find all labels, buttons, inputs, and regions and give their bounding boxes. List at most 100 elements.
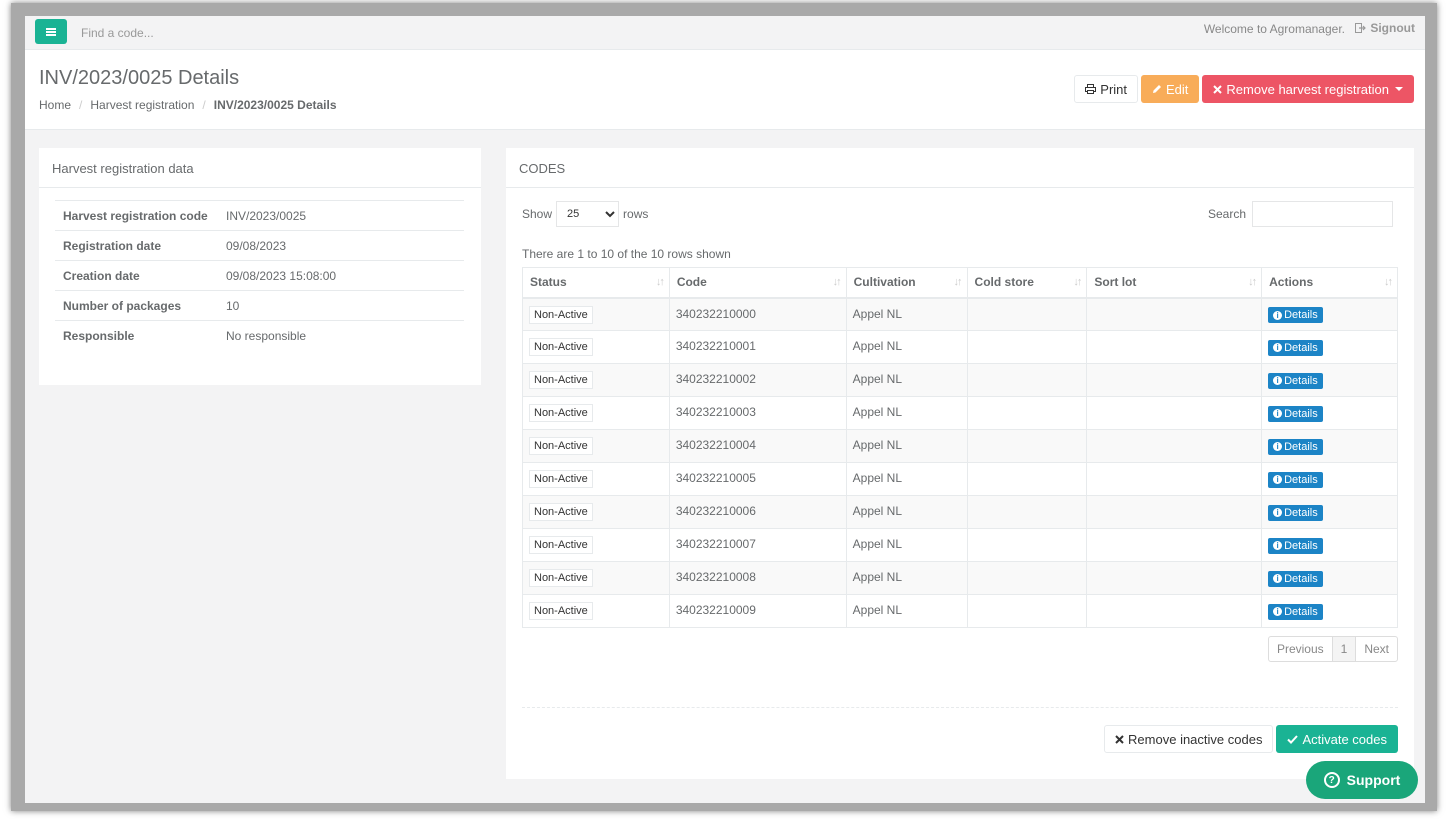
sort-icon: ↓↑ (832, 276, 842, 288)
cold-store-cell (966, 462, 1088, 496)
details-button[interactable]: i Details (1268, 307, 1323, 323)
status-badge: Non-Active (529, 470, 593, 488)
actions-cell: i Details (1261, 462, 1398, 496)
page-title: INV/2023/0025 Details (39, 67, 240, 89)
column-header[interactable]: Cultivation ↓↑ (845, 267, 968, 299)
column-header[interactable]: Actions ↓↑ (1261, 267, 1398, 299)
remove-harvest-label: Remove harvest registration (1226, 81, 1389, 97)
status-cell: Non-Active (522, 561, 670, 595)
details-button[interactable]: i Details (1268, 603, 1323, 620)
rows-label: rows (623, 207, 649, 221)
harvest-info-value: No responsible (218, 320, 464, 351)
harvest-info-row: Harvest registration code INV/2023/0025 (55, 200, 464, 231)
column-header-label: Sort lot (1094, 275, 1137, 290)
previous-page-button[interactable]: Previous (1269, 637, 1333, 661)
activate-codes-label: Activate codes (1302, 731, 1387, 747)
status-badge: Non-Active (529, 569, 593, 587)
harvest-info-label: Responsible (55, 320, 218, 351)
actions-cell: i Details (1261, 429, 1398, 463)
breadcrumb-home[interactable]: Home (39, 98, 71, 112)
code-cell: 340232210002 (668, 363, 847, 397)
details-button[interactable]: i Details (1268, 405, 1323, 422)
codes-panel-title: CODES (506, 148, 1414, 188)
details-button[interactable]: i Details (1268, 372, 1323, 389)
status-cell: Non-Active (522, 363, 670, 397)
cultivation-cell: Appel NL (845, 462, 968, 496)
info-icon: i (1273, 442, 1283, 451)
menu-toggle-button[interactable] (35, 19, 67, 44)
status-cell: Non-Active (522, 396, 670, 430)
info-icon: i (1273, 376, 1283, 385)
table-row: Non-Active 340232210009 Appel NL i Details (522, 594, 1398, 628)
code-search-input[interactable] (81, 22, 381, 44)
info-icon: i (1273, 310, 1283, 320)
top-bar: Welcome to Agromanager. Signout (25, 16, 1425, 50)
cultivation-cell: Appel NL (845, 528, 968, 562)
codes-panel: CODES Show 25 rows Search There are 1 to… (506, 148, 1414, 779)
breadcrumb-harvest-registration[interactable]: Harvest registration (90, 98, 194, 112)
harvest-info-row: Creation date 09/08/2023 15:08:00 (55, 260, 464, 291)
breadcrumb-separator: / (202, 98, 206, 112)
sort-icon: ↓↑ (655, 276, 665, 288)
harvest-panel-title: Harvest registration data (39, 148, 481, 188)
harvest-info-label: Creation date (55, 260, 218, 291)
table-row: Non-Active 340232210005 Appel NL i Details (522, 462, 1398, 496)
details-button[interactable]: i Details (1268, 438, 1323, 455)
harvest-info-row: Responsible No responsible (55, 320, 464, 351)
sort-lot-cell (1086, 429, 1263, 463)
page-header: INV/2023/0025 Details Home / Harvest reg… (25, 50, 1425, 130)
actions-cell: i Details (1261, 330, 1398, 364)
table-row: Non-Active 340232210003 Appel NL i Details (522, 396, 1398, 430)
details-button[interactable]: i Details (1268, 339, 1323, 356)
question-icon: ? (1323, 772, 1340, 788)
column-header[interactable]: Cold store ↓↑ (966, 267, 1088, 299)
table-search-input[interactable] (1252, 201, 1393, 227)
activate-codes-button[interactable]: Activate codes (1276, 725, 1398, 753)
cultivation-cell: Appel NL (845, 561, 968, 595)
harvest-info-row: Registration date 09/08/2023 (55, 230, 464, 261)
support-label: Support (1346, 772, 1401, 788)
close-icon (1213, 84, 1223, 94)
sort-lot-cell (1086, 297, 1263, 331)
status-cell: Non-Active (522, 297, 670, 331)
next-page-button[interactable]: Next (1356, 637, 1397, 661)
details-button[interactable]: i Details (1268, 504, 1323, 521)
details-button[interactable]: i Details (1268, 537, 1323, 554)
print-button[interactable]: Print (1074, 75, 1139, 103)
print-icon (1085, 84, 1097, 94)
table-row: Non-Active 340232210001 Appel NL i Details (522, 330, 1398, 364)
actions-cell: i Details (1261, 528, 1398, 562)
actions-cell: i Details (1261, 495, 1398, 529)
remove-inactive-codes-button[interactable]: Remove inactive codes (1104, 725, 1274, 753)
hamburger-icon (46, 27, 56, 36)
column-header[interactable]: Sort lot ↓↑ (1086, 267, 1263, 299)
details-label: Details (1284, 605, 1318, 618)
page-1-button[interactable]: 1 (1332, 637, 1357, 661)
status-cell: Non-Active (522, 462, 670, 496)
details-button[interactable]: i Details (1268, 570, 1323, 587)
codes-actions: Remove inactive codes Activate codes (1104, 725, 1398, 753)
column-header[interactable]: Code ↓↑ (668, 267, 847, 299)
sort-icon: ↓↑ (1248, 276, 1257, 288)
status-badge: Non-Active (529, 602, 593, 620)
header-actions: Print Edit Remove harvest registration (1074, 75, 1414, 103)
sort-lot-cell (1086, 396, 1263, 430)
support-button[interactable]: ? Support (1306, 761, 1418, 799)
table-row: Non-Active 340232210004 Appel NL i Details (522, 429, 1398, 463)
sort-icon: ↓↑ (953, 276, 963, 288)
page-size-select[interactable]: 25 (556, 201, 620, 227)
column-header[interactable]: Status ↓↑ (522, 267, 670, 299)
edit-button[interactable]: Edit (1141, 75, 1200, 103)
cold-store-cell (966, 495, 1088, 529)
pagination: Previous 1 Next (1267, 636, 1398, 662)
cold-store-cell (966, 429, 1088, 463)
status-badge: Non-Active (529, 404, 593, 422)
edit-label: Edit (1166, 81, 1189, 97)
cold-store-cell (966, 297, 1088, 331)
remove-harvest-registration-button[interactable]: Remove harvest registration (1202, 75, 1414, 103)
cold-store-cell (966, 330, 1088, 364)
details-label: Details (1284, 506, 1318, 519)
signout-link[interactable]: Signout (1355, 21, 1415, 35)
status-badge: Non-Active (529, 338, 593, 356)
details-button[interactable]: i Details (1268, 471, 1323, 488)
